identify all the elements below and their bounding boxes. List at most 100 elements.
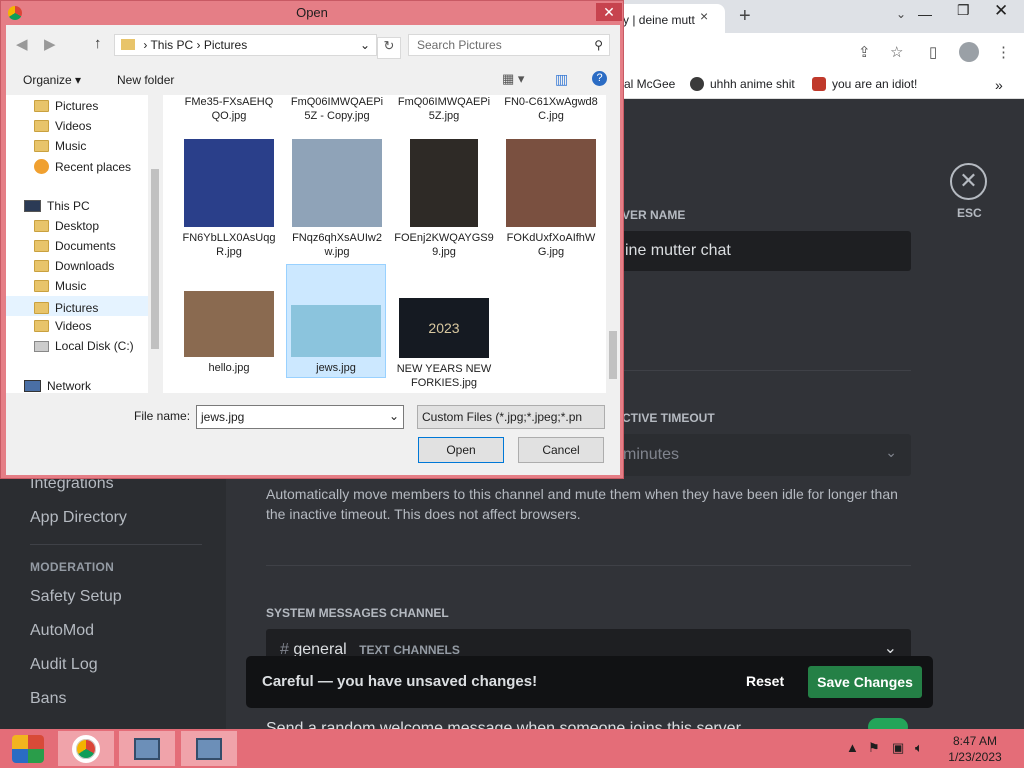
close-window-icon[interactable]: ✕	[994, 1, 1008, 21]
save-changes-button[interactable]: Save Changes	[808, 666, 922, 698]
breadcrumb-this-pc[interactable]: This PC	[150, 38, 193, 52]
tree-item-pictures-pc[interactable]: Pictures	[6, 296, 148, 316]
close-dialog-button[interactable]: ✕	[596, 3, 622, 21]
network-status-icon[interactable]: ▣	[892, 740, 904, 756]
close-settings-button[interactable]: ✕	[950, 163, 987, 200]
refresh-icon[interactable]: ↻	[377, 37, 401, 59]
new-tab-button[interactable]: +	[739, 5, 751, 28]
chrome-icon	[72, 734, 100, 763]
bookmark-item[interactable]: you are an idiot!	[812, 77, 917, 91]
bookmark-item[interactable]: uhhh anime shit	[690, 77, 795, 91]
tree-item-this-pc[interactable]: This PC	[24, 199, 90, 213]
folder-icon	[121, 39, 135, 50]
navigation-row: ◀ ▶ ↑ › This PC › Pictures ⌄ ↻ Search Pi…	[6, 29, 620, 63]
profile-avatar-icon[interactable]	[959, 42, 979, 62]
file-item[interactable]: FN0-C61XwAgwd8 C.jpg	[501, 95, 601, 123]
taskbar-app[interactable]	[181, 731, 237, 766]
tree-item-videos-pc[interactable]: Videos	[34, 319, 91, 333]
file-item[interactable]: FmQ06IMWQAEPi 5Z - Copy.jpg	[287, 95, 387, 123]
file-item[interactable]: FmQ06IMWQAEPi 5Z.jpg	[394, 95, 494, 123]
address-breadcrumb[interactable]: › This PC › Pictures ⌄	[114, 34, 377, 56]
tree-item-music[interactable]: Music	[34, 139, 86, 153]
file-item[interactable]: FMe35-FXsAEHQ QO.jpg	[179, 95, 279, 123]
volume-icon[interactable]: 🔈︎	[915, 740, 923, 756]
tree-item-desktop[interactable]: Desktop	[34, 219, 99, 233]
close-tab-icon[interactable]: ×	[700, 8, 708, 24]
breadcrumb-pictures[interactable]: Pictures	[204, 38, 247, 52]
nav-scrollbar[interactable]	[148, 95, 161, 393]
tree-item-videos[interactable]: Videos	[34, 119, 91, 133]
inactive-timeout-select[interactable]: minutes ⌄	[610, 434, 911, 476]
server-name-input[interactable]: ine mutter chat	[610, 231, 911, 271]
open-button[interactable]: Open	[418, 437, 504, 463]
up-icon[interactable]: ↑	[94, 35, 102, 52]
flag-icon[interactable]: ⚑	[868, 740, 880, 756]
section-divider	[266, 565, 911, 566]
file-item[interactable]: hello.jpg	[179, 291, 279, 375]
view-options-icon[interactable]: ▦ ▾	[502, 71, 524, 87]
file-name-input[interactable]: jews.jpg ⌄	[196, 405, 404, 429]
organize-button[interactable]: Organize ▾	[23, 73, 81, 87]
folder-icon	[34, 280, 49, 292]
show-hidden-icons-icon[interactable]: ▲	[846, 740, 859, 755]
section-divider	[610, 370, 911, 371]
sidebar-item-app-directory[interactable]: App Directory	[30, 509, 127, 527]
minimize-icon[interactable]: —	[918, 6, 932, 22]
file-item-selected[interactable]: jews.jpg	[286, 264, 386, 378]
search-input[interactable]: Search Pictures ⚲	[408, 34, 610, 56]
taskbar-chrome[interactable]	[58, 731, 114, 766]
new-folder-button[interactable]: New folder	[117, 73, 174, 87]
bookmark-star-icon[interactable]: ☆	[890, 43, 903, 61]
reset-button[interactable]: Reset	[746, 673, 784, 689]
share-icon[interactable]: ⇪	[858, 43, 871, 61]
file-list: FMe35-FXsAEHQ QO.jpg FmQ06IMWQAEPi 5Z - …	[163, 95, 620, 393]
file-item[interactable]: FOKdUxfXoAIfhW G.jpg	[501, 139, 601, 259]
file-item[interactable]: FN6YbLLX0AsUqg R.jpg	[179, 139, 279, 259]
sidebar-item-automod[interactable]: AutoMod	[30, 622, 94, 640]
sidebar-item-audit-log[interactable]: Audit Log	[30, 656, 98, 674]
inactive-description: Automatically move members to this chann…	[266, 486, 898, 522]
taskbar-app[interactable]	[119, 731, 175, 766]
file-type-select[interactable]: Custom Files (*.jpg;*.jpeg;*.pn	[417, 405, 605, 429]
anime-favicon-icon	[690, 77, 704, 91]
restore-icon[interactable]: ❐	[957, 2, 970, 19]
taskbar-clock[interactable]: 8:47 AM 1/23/2023	[930, 733, 1020, 765]
dialog-title: Open	[296, 5, 328, 20]
tree-item-documents[interactable]: Documents	[34, 239, 116, 253]
file-item[interactable]: FNqz6qhXsAUIw2 w.jpg	[287, 139, 387, 259]
windows-logo-icon	[12, 734, 44, 763]
folder-icon	[34, 100, 49, 112]
breadcrumb-arrow-icon: ›	[143, 38, 148, 52]
tree-item-recent-places[interactable]: Recent places	[34, 159, 131, 174]
side-panel-icon[interactable]: ▯	[929, 43, 937, 61]
back-icon[interactable]: ◀	[16, 35, 28, 53]
scrollbar-thumb[interactable]	[151, 169, 159, 349]
image-thumbnail	[291, 305, 381, 357]
bookmark-item[interactable]: al McGee	[624, 77, 675, 91]
forward-icon[interactable]: ▶	[44, 35, 56, 53]
start-button[interactable]	[0, 731, 56, 766]
preview-pane-icon[interactable]: ▥	[555, 71, 568, 88]
tree-item-network[interactable]: Network	[24, 379, 91, 393]
inactive-timeout-heading: CTIVE TIMEOUT	[622, 411, 715, 425]
file-scrollbar[interactable]	[606, 95, 620, 393]
help-icon[interactable]: ?	[592, 71, 607, 86]
menu-dots-icon[interactable]: ⋮	[996, 43, 1011, 61]
tab-search-icon[interactable]: ⌄	[896, 7, 906, 21]
tree-item-pictures[interactable]: Pictures	[34, 99, 98, 113]
image-thumbnail	[184, 291, 274, 357]
chevron-down-icon[interactable]: ⌄	[389, 409, 399, 423]
tree-item-downloads[interactable]: Downloads	[34, 259, 114, 273]
bookmarks-overflow-icon[interactable]: »	[995, 77, 1003, 93]
chevron-down-icon: ⌄	[883, 640, 897, 657]
tree-item-music-pc[interactable]: Music	[34, 279, 86, 293]
tree-item-local-disk[interactable]: Local Disk (C:)	[34, 339, 134, 353]
scrollbar-thumb[interactable]	[609, 331, 617, 379]
sidebar-item-bans[interactable]: Bans	[30, 690, 66, 708]
cancel-button[interactable]: Cancel	[518, 437, 604, 463]
file-item[interactable]: FOEnj2KWQAYGS9 9.jpg	[394, 139, 494, 259]
image-thumbnail	[292, 139, 382, 227]
sidebar-item-safety-setup[interactable]: Safety Setup	[30, 588, 122, 606]
chevron-down-icon[interactable]: ⌄	[360, 35, 370, 55]
file-item[interactable]: 2023 NEW YEARS NEW FORKIES.jpg	[394, 298, 494, 390]
